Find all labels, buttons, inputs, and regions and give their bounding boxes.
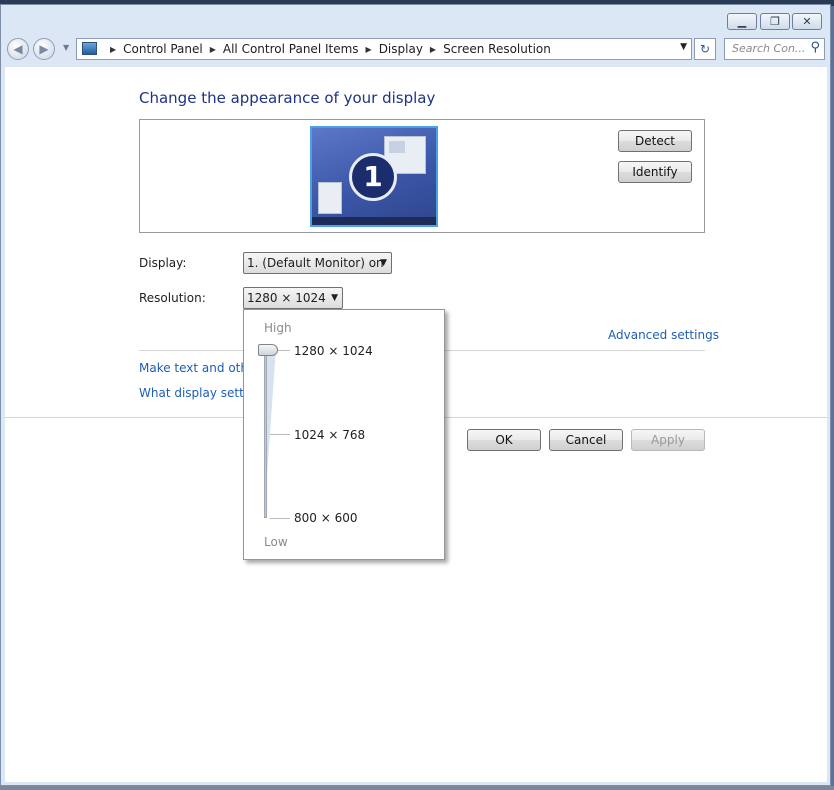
breadcrumb-display[interactable]: Display [379, 42, 423, 56]
chevron-right-icon[interactable]: ▶ [366, 45, 372, 54]
monitor-thumbnail[interactable]: 1 [310, 126, 438, 227]
chevron-down-icon: ▼ [380, 258, 387, 268]
page-title: Change the appearance of your display [139, 89, 436, 107]
search-icon[interactable]: ⚲ [810, 40, 820, 55]
refresh-button[interactable]: ↻ [694, 38, 716, 60]
control-panel-icon [82, 42, 97, 55]
monitor-arrangement-panel: 1 Detect Identify [139, 119, 705, 233]
restore-button[interactable]: ❐ [760, 13, 790, 30]
advanced-settings-link[interactable]: Advanced settings [608, 328, 719, 342]
refresh-icon: ↻ [699, 42, 711, 56]
identify-button[interactable]: Identify [618, 161, 692, 183]
back-button[interactable]: ◀ [7, 38, 29, 60]
breadcrumb-control-panel[interactable]: Control Panel [123, 42, 203, 56]
address-bar[interactable]: ▶ Control Panel ▶ All Control Panel Items ▶ D… [76, 38, 692, 60]
breadcrumb-screen-resolution[interactable]: Screen Resolution [443, 42, 551, 56]
resolution-option[interactable]: 1280 × 1024 [294, 344, 373, 358]
resolution-label: Resolution: [139, 291, 206, 305]
navigation-bar: ◀ ▶ ▼ ▶ Control Panel ▶ All Control Panel I… [1, 35, 830, 69]
address-dropdown-icon[interactable]: ▼ [680, 42, 687, 52]
search-input[interactable]: Search Con... ⚲ [724, 38, 825, 60]
main-content: Change the appearance of your display 1 … [5, 67, 827, 782]
slider-low-label: Low [264, 535, 288, 549]
resolution-select[interactable]: 1280 × 1024 ▼ [243, 287, 343, 309]
window-preview-icon [318, 182, 342, 214]
resolution-option[interactable]: 800 × 600 [294, 511, 358, 525]
slider-tick [270, 434, 290, 435]
back-arrow-icon: ◀ [13, 42, 23, 56]
apply-button[interactable]: Apply [631, 429, 705, 451]
close-button[interactable]: ✕ [792, 13, 822, 30]
control-panel-window: ▁ ❐ ✕ ◀ ▶ ▼ ▶ Control Panel ▶ All Control P… [0, 4, 831, 786]
taskbar-strip [0, 786, 834, 790]
resolution-slider-popup: High 1280 × 1024 1024 × 768 800 × 600 Lo… [243, 309, 445, 560]
breadcrumb-all-items[interactable]: All Control Panel Items [223, 42, 359, 56]
detect-button[interactable]: Detect [618, 130, 692, 152]
monitor-number-badge: 1 [349, 153, 397, 201]
taskbar-preview [312, 217, 436, 225]
breadcrumb: ▶ Control Panel ▶ All Control Panel Items ▶ D… [103, 42, 551, 56]
chevron-right-icon[interactable]: ▶ [110, 45, 116, 54]
chevron-down-icon: ▼ [331, 293, 338, 303]
forward-button[interactable]: ▶ [33, 38, 55, 60]
title-bar: ▁ ❐ ✕ [1, 5, 830, 35]
resolution-select-value: 1280 × 1024 [247, 291, 326, 305]
restore-icon: ❐ [770, 15, 780, 28]
chevron-right-icon[interactable]: ▶ [210, 45, 216, 54]
minimize-button[interactable]: ▁ [727, 13, 757, 30]
resolution-option[interactable]: 1024 × 768 [294, 428, 365, 442]
display-select-value: 1. (Default Monitor) on [247, 256, 384, 270]
minimize-icon: ▁ [737, 15, 747, 28]
search-placeholder: Search Con... [732, 42, 806, 55]
resolution-slider-track[interactable] [264, 350, 267, 518]
chevron-right-icon[interactable]: ▶ [430, 45, 436, 54]
display-label: Display: [139, 256, 187, 270]
close-icon: ✕ [802, 15, 812, 28]
ok-button[interactable]: OK [467, 429, 541, 451]
cancel-button[interactable]: Cancel [549, 429, 623, 451]
recent-pages-dropdown[interactable]: ▼ [63, 43, 69, 52]
slider-high-label: High [264, 321, 292, 335]
slider-tick [270, 518, 290, 519]
display-select[interactable]: 1. (Default Monitor) on ▼ [243, 252, 392, 274]
resolution-slider-thumb[interactable] [258, 344, 278, 356]
forward-arrow-icon: ▶ [39, 42, 49, 56]
